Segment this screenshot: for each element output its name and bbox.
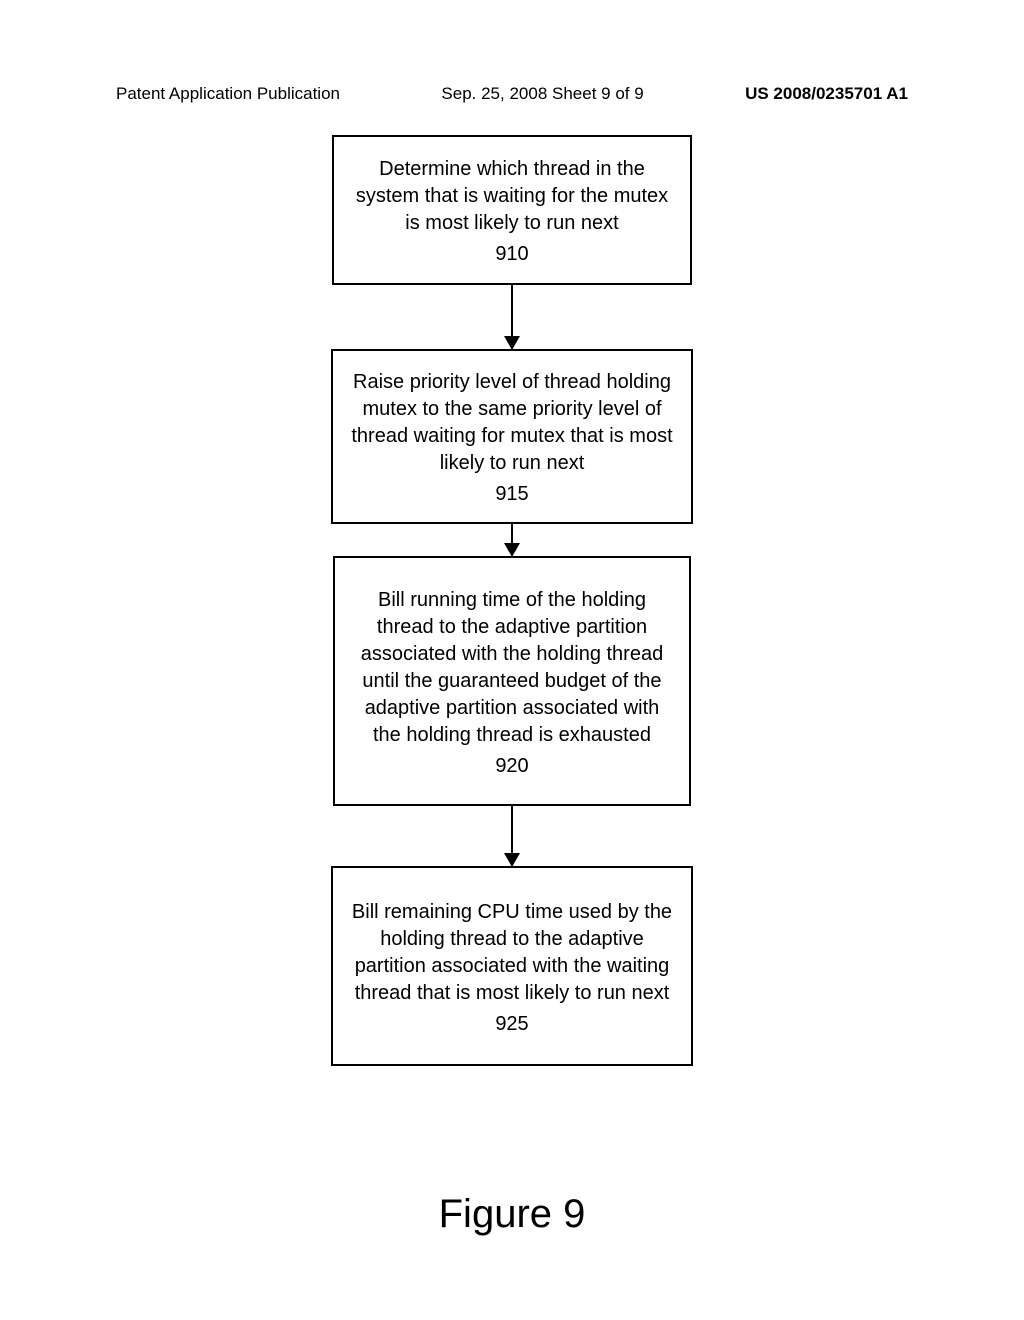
header-right: US 2008/0235701 A1 xyxy=(745,84,908,104)
flow-box-925-ref: 925 xyxy=(495,1011,528,1038)
page-header: Patent Application Publication Sep. 25, … xyxy=(116,84,908,104)
flow-box-910: Determine which thread in the system tha… xyxy=(332,135,692,285)
arrow-icon xyxy=(511,524,513,556)
flow-box-920-text: Bill running time of the holding thread … xyxy=(349,587,675,749)
flow-box-920: Bill running time of the holding thread … xyxy=(333,556,691,806)
flow-box-920-ref: 920 xyxy=(495,753,528,780)
figure-caption: Figure 9 xyxy=(0,1192,1024,1237)
header-center: Sep. 25, 2008 Sheet 9 of 9 xyxy=(441,84,643,104)
flow-box-915-ref: 915 xyxy=(495,481,528,508)
flowchart: Determine which thread in the system tha… xyxy=(0,135,1024,1066)
arrow-icon xyxy=(511,285,513,349)
arrow-icon xyxy=(511,806,513,866)
header-left: Patent Application Publication xyxy=(116,84,340,104)
flow-box-910-ref: 910 xyxy=(495,241,528,268)
flow-box-925-text: Bill remaining CPU time used by the hold… xyxy=(347,899,677,1007)
flow-box-910-text: Determine which thread in the system tha… xyxy=(348,156,676,237)
flow-box-915: Raise priority level of thread holding m… xyxy=(331,349,693,524)
flow-box-915-text: Raise priority level of thread holding m… xyxy=(347,369,677,477)
flow-box-925: Bill remaining CPU time used by the hold… xyxy=(331,866,693,1066)
